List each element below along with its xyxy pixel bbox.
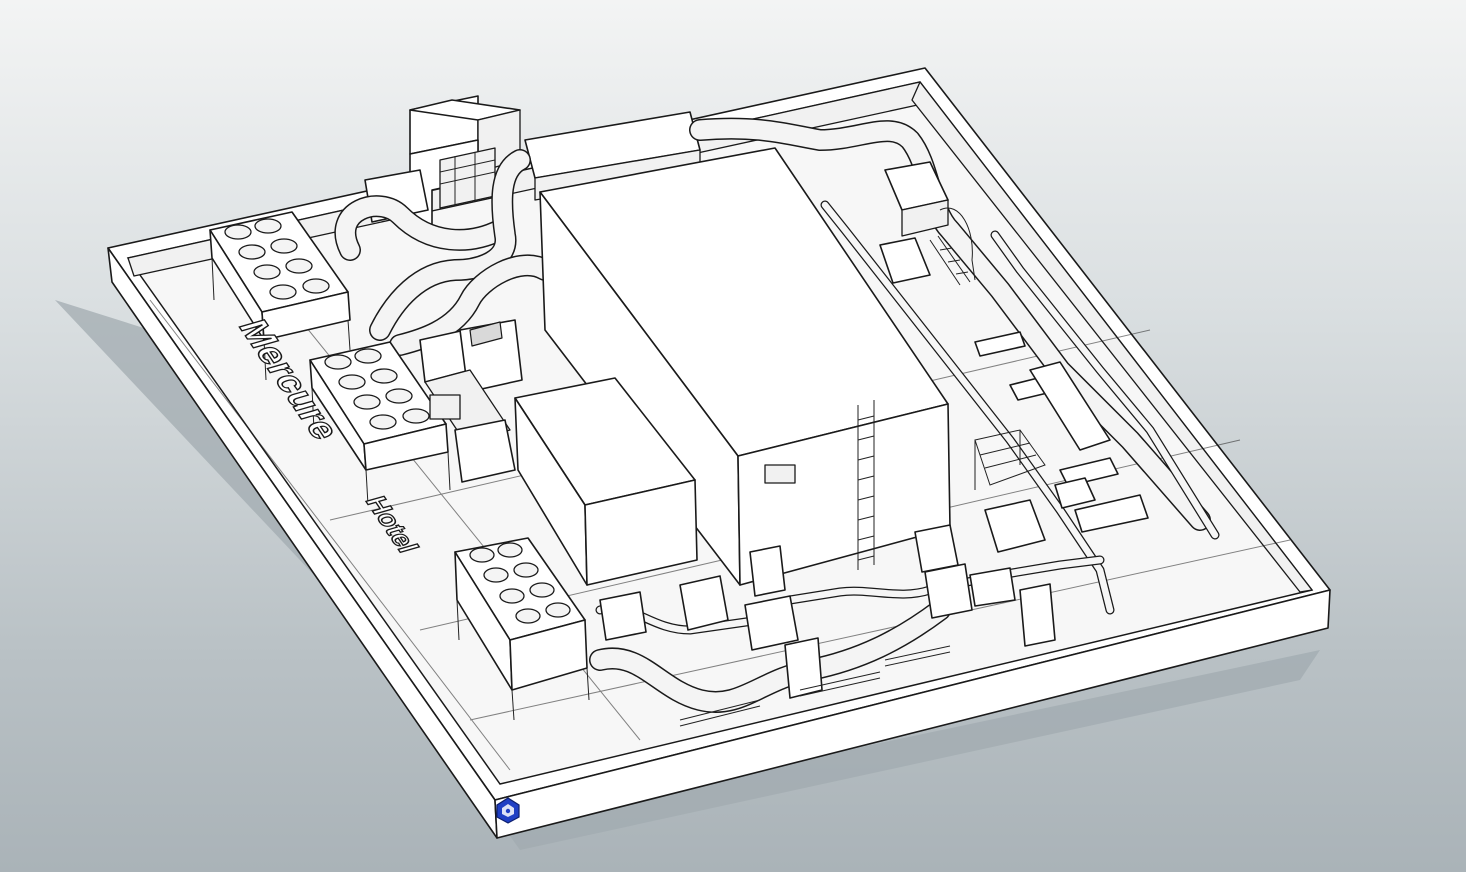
louver — [764, 464, 796, 484]
model-viewport[interactable]: Mercure Hotel — [0, 0, 1466, 872]
roof-plant-3d-model[interactable]: Mercure Hotel — [0, 0, 1466, 872]
